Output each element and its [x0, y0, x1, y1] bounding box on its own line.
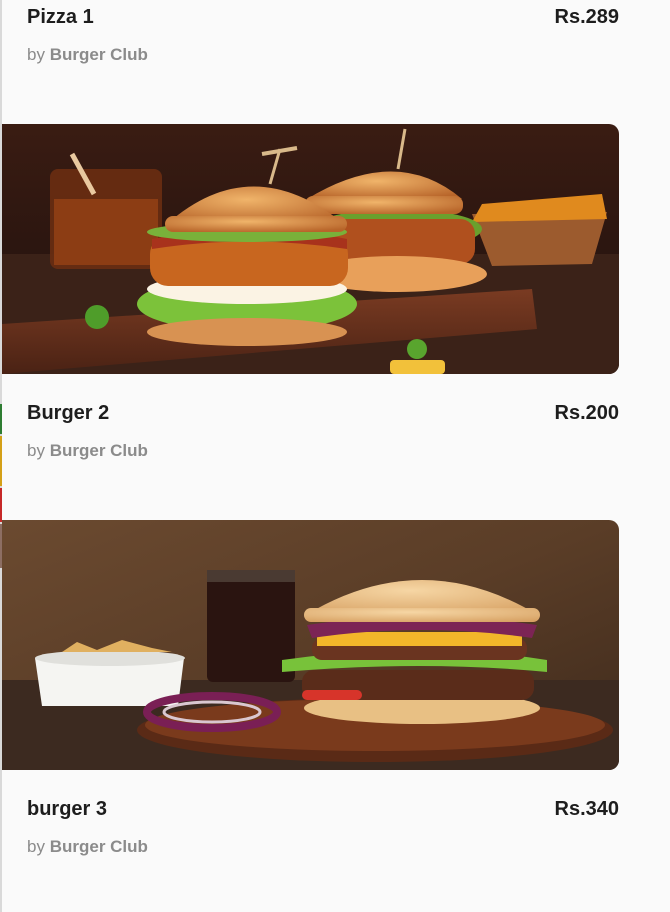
- item-vendor-line: by Burger Club: [27, 837, 148, 857]
- item-price: Rs.289: [554, 6, 620, 28]
- vendor-name[interactable]: Burger Club: [50, 45, 148, 64]
- by-label: by: [27, 45, 45, 64]
- by-label: by: [27, 837, 45, 856]
- item-name[interactable]: Burger 2: [27, 402, 109, 425]
- vendor-name[interactable]: Burger Club: [50, 837, 148, 856]
- item-name[interactable]: burger 3: [27, 798, 107, 821]
- cheeseburger-photo: [2, 520, 619, 770]
- item-price: Rs.200: [554, 402, 620, 424]
- item-price: Rs.340: [554, 798, 620, 820]
- item-image[interactable]: [2, 520, 619, 770]
- menu-item-card[interactable]: Pizza 1 Rs.289 by Burger Club: [2, 0, 619, 120]
- item-name[interactable]: Pizza 1: [27, 6, 94, 29]
- item-title-row: Burger 2 Rs.200: [27, 402, 619, 425]
- menu-scroll-view[interactable]: Pizza 1 Rs.289 by Burger Club Burger 2 R…: [0, 0, 670, 912]
- menu-item-card[interactable]: burger 3 Rs.340 by Burger Club: [2, 520, 619, 912]
- double-burger-photo: [2, 124, 619, 374]
- item-vendor-line: by Burger Club: [27, 45, 148, 65]
- item-image[interactable]: [2, 124, 619, 374]
- item-vendor-line: by Burger Club: [27, 441, 148, 461]
- menu-item-card[interactable]: Burger 2 Rs.200 by Burger Club: [2, 124, 619, 504]
- vendor-name[interactable]: Burger Club: [50, 441, 148, 460]
- item-title-row: burger 3 Rs.340: [27, 798, 619, 821]
- item-title-row: Pizza 1 Rs.289: [27, 6, 619, 29]
- by-label: by: [27, 441, 45, 460]
